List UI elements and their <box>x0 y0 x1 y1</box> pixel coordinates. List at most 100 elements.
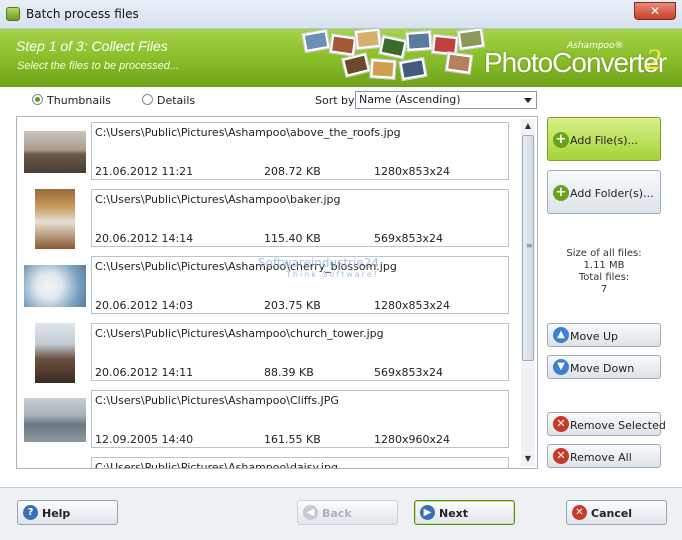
next-button[interactable]: ▶ Next <box>414 500 515 525</box>
thumbnail <box>23 259 87 313</box>
file-size: 115.40 KB <box>264 232 321 245</box>
product-version: 2 <box>646 43 661 76</box>
file-date: 20.06.2012 14:14 <box>95 232 194 245</box>
list-item[interactable]: C:\Users\Public\Pictures\Ashampoo\daisy.… <box>19 454 521 469</box>
next-arrow-icon: ▶ <box>420 505 435 520</box>
file-dimensions: 1280x853x24 <box>374 299 451 312</box>
sort-value: Name (Ascending) <box>359 93 461 106</box>
size-label: Size of all files: <box>566 248 642 259</box>
list-item[interactable]: C:\Users\Public\Pictures\Ashampoo\baker.… <box>19 186 521 250</box>
remove-icon: ✕ <box>553 416 569 432</box>
thumbnail-image <box>35 323 75 383</box>
thumbnails-radio[interactable] <box>32 94 43 105</box>
photo-collage-image <box>369 58 397 80</box>
help-icon: ? <box>23 505 38 520</box>
list-scrollbar[interactable]: ▲ ≡ ▼ <box>521 119 535 466</box>
remove-all-button[interactable]: ✕ Remove All <box>547 444 661 468</box>
file-info: C:\Users\Public\Pictures\Ashampoo\Cliffs… <box>91 390 509 448</box>
add-files-label: Add File(s)... <box>570 134 639 147</box>
move-down-button[interactable]: ▼ Move Down <box>547 355 661 379</box>
photo-collage-image <box>354 29 382 51</box>
back-label: Back <box>322 507 352 520</box>
plus-icon: + <box>553 132 569 148</box>
thumbnails-label[interactable]: Thumbnails <box>47 94 111 107</box>
file-path: C:\Users\Public\Pictures\Ashampoo\baker.… <box>95 193 341 206</box>
back-button[interactable]: ◀ Back <box>297 500 398 525</box>
photo-collage-image <box>444 51 474 75</box>
photo-collage-image <box>378 34 408 60</box>
file-size: 208.72 KB <box>264 165 321 178</box>
total-value: 7 <box>600 284 608 295</box>
product-logo: PhotoConverter <box>484 47 667 78</box>
plus-icon: + <box>553 185 569 201</box>
list-item[interactable]: C:\Users\Public\Pictures\Ashampoo\above_… <box>19 119 521 183</box>
file-size: 203.75 KB <box>264 299 321 312</box>
file-date: 20.06.2012 14:03 <box>95 299 194 312</box>
thumbnail-image <box>24 131 86 173</box>
file-path: C:\Users\Public\Pictures\Ashampoo\church… <box>95 327 384 340</box>
add-folder-label: Add Folder(s)... <box>570 187 654 200</box>
watermark-text: Softwareindustrie24 <box>258 256 379 270</box>
list-item[interactable]: C:\Users\Public\Pictures\Ashampoo\church… <box>19 320 521 384</box>
file-date: 12.09.2005 14:40 <box>95 433 194 446</box>
photo-collage-image <box>456 29 486 51</box>
move-up-button[interactable]: ▲ Move Up <box>547 323 661 347</box>
add-files-button[interactable]: + Add File(s)... <box>547 117 661 161</box>
file-size: 88.39 KB <box>264 366 314 379</box>
sort-label: Sort by: <box>315 94 358 107</box>
app-icon <box>6 7 20 21</box>
thumbnail-image <box>24 265 86 307</box>
photo-collage-image <box>405 30 433 52</box>
file-dimensions: 569x853x24 <box>374 232 444 245</box>
thumbnail <box>23 125 87 179</box>
file-info: C:\Users\Public\Pictures\Ashampoo\church… <box>91 323 509 381</box>
files-stats: Size of all files: 1.11 MB Total files: … <box>547 248 661 296</box>
cancel-button[interactable]: ✕ Cancel <box>566 500 667 525</box>
file-info: C:\Users\Public\Pictures\Ashampoo\above_… <box>91 122 509 180</box>
remove-all-icon: ✕ <box>553 448 569 464</box>
thumbnail-image <box>24 398 86 442</box>
help-button[interactable]: ? Help <box>17 500 118 525</box>
scroll-up-icon[interactable]: ▲ <box>521 119 535 133</box>
help-label: Help <box>42 507 71 520</box>
arrow-up-icon: ▲ <box>553 327 569 343</box>
view-options: Thumbnails Details Sort by: Name (Ascend… <box>0 88 545 114</box>
move-down-label: Move Down <box>570 362 635 375</box>
sort-select[interactable]: Name (Ascending) <box>355 91 537 109</box>
footer-bar: ? Help ◀ Back ▶ Next ✕ Cancel <box>0 487 682 540</box>
back-arrow-icon: ◀ <box>303 505 318 520</box>
move-up-label: Move Up <box>570 330 619 343</box>
file-date: 20.06.2012 14:11 <box>95 366 194 379</box>
file-info: C:\Users\Public\Pictures\Ashampoo\daisy.… <box>91 457 509 469</box>
grip-icon: ≡ <box>526 241 533 250</box>
add-folder-button[interactable]: + Add Folder(s)... <box>547 170 661 214</box>
thumbnail-image <box>35 189 75 249</box>
photo-collage-image <box>398 56 428 82</box>
scroll-down-icon[interactable]: ▼ <box>521 452 535 466</box>
arrow-down-icon: ▼ <box>553 359 569 375</box>
size-value: 1.11 MB <box>583 260 625 271</box>
file-dimensions: 1280x960x24 <box>374 433 451 446</box>
thumbnail <box>23 189 87 249</box>
list-item[interactable]: C:\Users\Public\Pictures\Ashampoo\Cliffs… <box>19 387 521 451</box>
watermark-tagline: Think Software! <box>286 270 379 279</box>
scrollbar-thumb[interactable]: ≡ <box>522 135 534 361</box>
remove-selected-button[interactable]: ✕ Remove Selected <box>547 412 666 436</box>
close-button[interactable]: ✕ <box>634 2 676 20</box>
header-banner: Step 1 of 3: Collect Files Select the fi… <box>0 29 682 87</box>
file-list[interactable]: C:\Users\Public\Pictures\Ashampoo\above_… <box>16 116 538 469</box>
file-dimensions: 1280x853x24 <box>374 165 451 178</box>
file-date: 21.06.2012 11:21 <box>95 165 194 178</box>
remove-selected-label: Remove Selected <box>570 419 666 432</box>
thumbnail <box>23 393 87 447</box>
cancel-icon: ✕ <box>572 505 587 520</box>
file-size: 161.55 KB <box>264 433 321 446</box>
cancel-label: Cancel <box>591 507 633 520</box>
photo-collage-image <box>340 52 372 78</box>
file-path: C:\Users\Public\Pictures\Ashampoo\above_… <box>95 126 401 139</box>
details-label[interactable]: Details <box>157 94 195 107</box>
details-radio[interactable] <box>142 94 153 105</box>
step-subtitle: Select the files to be processed... <box>17 60 180 72</box>
file-path: C:\Users\Public\Pictures\Ashampoo\daisy.… <box>95 461 338 469</box>
next-label: Next <box>439 507 469 520</box>
